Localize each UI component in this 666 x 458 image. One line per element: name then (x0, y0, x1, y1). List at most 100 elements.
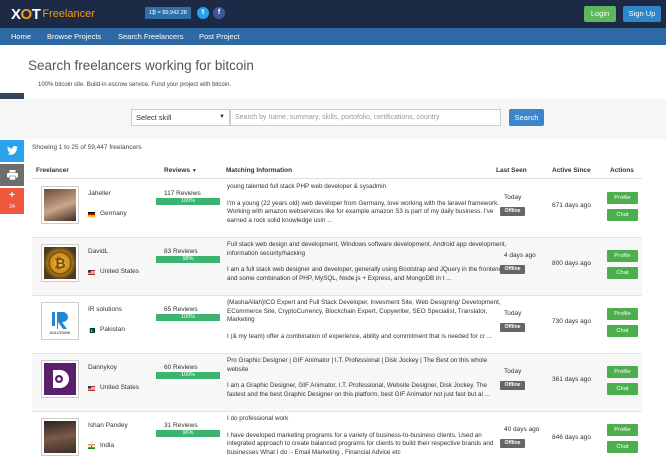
chat-button[interactable]: Chat (607, 267, 638, 279)
table-row: SOLUTIONS IR solutions Pakistan 65 Revie… (32, 296, 642, 354)
main-nav: Home Browse Projects Search Freelancers … (0, 28, 666, 45)
review-score-bar: 96% (156, 430, 220, 437)
chat-button[interactable]: Chat (607, 325, 638, 337)
login-button[interactable]: Login (584, 6, 616, 22)
bitcoin-rate-badge: 1₿ = $9,942.28 (145, 7, 191, 19)
review-count: 60 Reviews (164, 364, 198, 371)
freelancer-name[interactable]: DavidL (88, 248, 108, 255)
description: I'm a young (22 years old) web developer… (227, 199, 499, 224)
review-score-bar: 98% (156, 256, 220, 263)
letter-d-logo-icon (53, 370, 69, 388)
status-badge: Offline (500, 439, 525, 448)
signup-button[interactable]: Sign Up (623, 6, 661, 22)
germany-flag-icon (88, 212, 95, 217)
nav-home[interactable]: Home (11, 28, 31, 45)
nav-browse-projects[interactable]: Browse Projects (47, 28, 101, 45)
chat-button[interactable]: Chat (607, 209, 638, 221)
top-bar: XOT Freelancer 1₿ = $9,942.28 t f Login … (0, 0, 666, 28)
table-row: Jaheller Germany 117 Reviews 100% young … (32, 180, 642, 238)
avatar[interactable]: SOLUTIONS (41, 302, 79, 340)
country: Pakistan (100, 326, 125, 333)
freelancer-name[interactable]: Dannykoy (88, 364, 117, 371)
status-badge: Offline (500, 381, 525, 390)
site-logo[interactable]: XOT Freelancer (11, 4, 95, 24)
col-reviews[interactable]: Reviews ▼ (164, 167, 197, 174)
review-score-bar: 100% (156, 198, 220, 205)
active-since: 730 days ago (552, 318, 592, 325)
chat-button[interactable]: Chat (607, 383, 638, 395)
more-share-icon[interactable]: + (0, 188, 24, 214)
summary: {MashaAllah}ICO Expert and Full Stack De… (227, 299, 501, 324)
summary: Pro Graphic Designer | GIF Animator | I.… (227, 357, 488, 373)
review-count: 65 Reviews (164, 306, 198, 313)
freelancer-name[interactable]: Ishan Pandey (88, 422, 128, 429)
matching-info: Pro Graphic Designer | GIF Animator | I.… (227, 357, 507, 416)
col-last-seen: Last Seen (496, 167, 527, 174)
search-button[interactable]: Search (509, 109, 544, 126)
avatar[interactable] (41, 418, 79, 456)
summary: I do professional work (227, 415, 289, 422)
twitter-icon[interactable]: t (197, 7, 209, 19)
skill-select[interactable]: Select skill ▼ (131, 109, 230, 126)
pakistan-flag-icon (88, 328, 95, 333)
review-count: 31 Reviews (164, 422, 198, 429)
svg-text:₿: ₿ (54, 255, 65, 271)
country: United States (100, 384, 140, 391)
review-score-bar: 100% (156, 372, 220, 379)
freelancer-name[interactable]: IR solutions (88, 306, 122, 313)
table-row: ₿ DavidL United States 83 Reviews 98% Fu… (32, 238, 642, 296)
matching-info: I do professional work I have developed … (227, 415, 507, 458)
results-count: Showing 1 to 25 of 59,447 freelancers (32, 144, 142, 151)
ir-solutions-logo-icon: SOLUTIONS (50, 312, 71, 335)
summary: Full stack web design and development, W… (227, 241, 507, 257)
india-flag-icon (88, 444, 95, 449)
freelancer-name[interactable]: Jaheller (88, 190, 111, 197)
share-count: 24 (9, 204, 15, 210)
profile-button[interactable]: Profile (607, 192, 638, 204)
profile-button[interactable]: Profile (607, 308, 638, 320)
active-since: 846 days ago (552, 434, 592, 441)
col-active-since: Active Since (552, 167, 591, 174)
header-divider (32, 178, 642, 179)
last-seen: Today (504, 194, 522, 201)
search-input[interactable]: Search by name, summary, skills, portofo… (230, 109, 501, 126)
country: Germany (100, 210, 127, 217)
country: United States (100, 268, 140, 275)
chevron-down-icon: ▼ (219, 114, 225, 120)
svg-text:SOLUTIONS: SOLUTIONS (50, 331, 71, 335)
twitter-share-icon[interactable] (0, 140, 24, 162)
profile-button[interactable]: Profile (607, 366, 638, 378)
sort-desc-icon: ▼ (191, 168, 197, 174)
avatar[interactable] (41, 360, 79, 398)
country: India (100, 442, 115, 449)
logo-mark: XOT (11, 5, 41, 23)
nav-search-freelancers[interactable]: Search Freelancers (118, 28, 183, 45)
review-count: 117 Reviews (164, 190, 201, 197)
usa-flag-icon (88, 386, 95, 391)
active-since: 800 days ago (552, 260, 592, 267)
print-icon[interactable] (0, 164, 24, 186)
col-matching-information: Matching Information (226, 167, 293, 174)
active-since: 671 days ago (552, 202, 592, 209)
table-row: Dannykoy United States 60 Reviews 100% P… (32, 354, 642, 412)
status-badge: Offline (500, 207, 525, 216)
page-subtitle: 100% bitcoin site. Build-in escrow servi… (38, 82, 232, 88)
status-badge: Offline (500, 265, 525, 274)
last-seen: Today (504, 368, 522, 375)
matching-info: young talented full stack PHP web develo… (227, 183, 507, 234)
usa-flag-icon (88, 270, 95, 275)
chat-button[interactable]: Chat (607, 441, 638, 453)
status-badge: Offline (500, 323, 525, 332)
avatar[interactable]: ₿ (41, 244, 79, 282)
col-freelancer: Freelancer (36, 167, 69, 174)
review-score-bar: 100% (156, 314, 220, 321)
page-title: Search freelancers working for bitcoin (28, 58, 254, 73)
last-seen: Today (504, 310, 522, 317)
profile-button[interactable]: Profile (607, 424, 638, 436)
bitcoin-coin-icon: ₿ (48, 251, 72, 275)
facebook-icon[interactable]: f (213, 7, 225, 19)
nav-post-project[interactable]: Post Project (199, 28, 239, 45)
active-since: 361 days ago (552, 376, 592, 383)
profile-button[interactable]: Profile (607, 250, 638, 262)
avatar[interactable] (41, 186, 79, 224)
